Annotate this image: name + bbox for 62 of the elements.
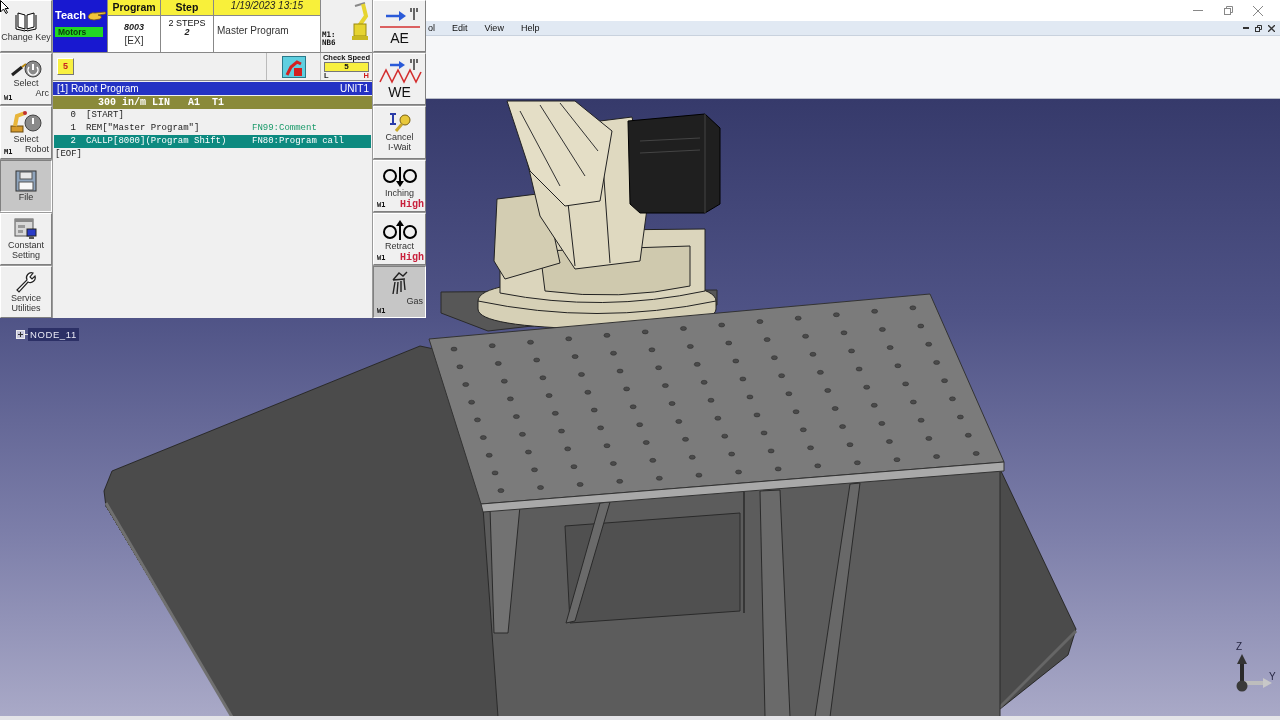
program-name: Master Program <box>217 25 289 37</box>
wrench-icon <box>15 270 37 293</box>
line-number: 0 <box>69 109 76 122</box>
line-comment: FN80:Program call <box>252 135 344 148</box>
date-time: 1/19/2023 13:15 <box>214 0 320 16</box>
axis-label: Z <box>1236 641 1243 652</box>
program-number: 8003 <box>124 21 144 33</box>
up-arrow-circles-icon <box>381 218 418 241</box>
pendant-button[interactable]: WE <box>373 53 426 106</box>
line-code: [START] <box>85 109 125 122</box>
menu-item[interactable]: Help <box>520 22 540 34</box>
cursor-icon <box>0 0 9 14</box>
pendant-button[interactable]: Change Key <box>0 0 52 53</box>
restore-button[interactable] <box>1253 22 1264 34</box>
robot-power-icon <box>9 110 43 135</box>
pendant-button[interactable]: Service Utilities <box>0 265 52 318</box>
menu-item[interactable]: View <box>484 22 504 34</box>
close-icon <box>1253 5 1263 16</box>
line-code: CALLP[8000](Program Shift) <box>85 135 228 148</box>
window-monitor-icon <box>14 217 38 240</box>
menu-item[interactable]: Edit <box>452 22 468 34</box>
current-step: 2 <box>184 28 190 37</box>
arrow-torch-icon <box>377 6 422 31</box>
close-icon <box>1268 24 1275 32</box>
speed-level-label: High <box>400 199 424 210</box>
pendant-button[interactable]: File <box>0 159 52 212</box>
line-number: 2 <box>69 135 76 148</box>
check-speed-readout: 5 <box>324 62 369 72</box>
maximize-icon <box>1223 6 1233 15</box>
program-type: [EX] <box>124 34 144 47</box>
program-line[interactable]: 0 [START] <box>54 109 371 122</box>
expand-icon[interactable] <box>16 330 25 339</box>
unit-label: UNIT1 <box>340 82 369 95</box>
minimize-icon <box>1242 27 1249 29</box>
program-window-title: [1] Robot Program <box>57 82 139 95</box>
line-number: 1 <box>69 122 76 135</box>
speed-level-label: High <box>400 252 424 263</box>
menu-item[interactable]: ol <box>428 22 435 34</box>
down-arrow-circles-icon <box>381 165 418 188</box>
line-code: REM["Master Program"] <box>85 122 201 135</box>
speed-badge: 5 <box>57 58 74 75</box>
restore-icon <box>1255 24 1262 32</box>
program-line[interactable]: 1 REM["Master Program"] FN99:Comment <box>54 122 371 135</box>
close-button[interactable] <box>1266 22 1277 34</box>
torch-power-icon <box>10 60 42 79</box>
book-icon <box>15 10 37 33</box>
axis-label: Y <box>1269 671 1276 682</box>
pendant-button[interactable]: Constant Setting <box>0 212 52 265</box>
hand-icon <box>87 9 107 21</box>
pendant-button[interactable]: AE <box>373 0 426 53</box>
robot-icon[interactable] <box>281 55 306 78</box>
tree-node[interactable]: NODE_11 <box>28 328 79 341</box>
pendant-button[interactable]: Cancel I-Wait <box>373 106 426 159</box>
column-heading: Program <box>108 0 160 16</box>
step-count: 2 STEPS <box>168 18 206 28</box>
end-of-file-marker: [EOF] <box>54 148 82 161</box>
minimize-icon <box>1193 10 1203 11</box>
mode-label: Teach <box>55 9 86 21</box>
line-comment: FN99:Comment <box>252 122 317 135</box>
motors-indicator: Motors <box>55 27 103 37</box>
zigzag-torch-icon <box>377 58 422 85</box>
column-heading: Step <box>161 0 213 16</box>
